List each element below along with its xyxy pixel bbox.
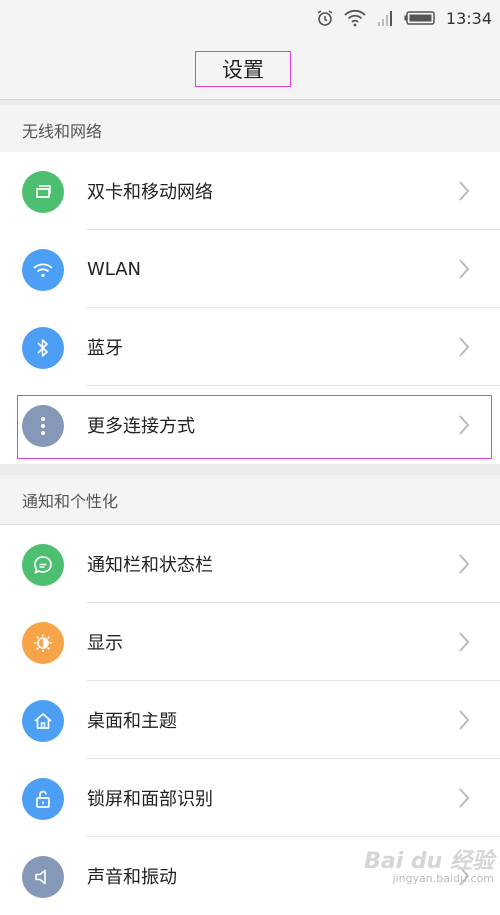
chevron-right-icon [458, 787, 470, 813]
settings-group-wireless: 双卡和移动网络 WLAN 蓝牙 更多连接方式 [0, 152, 500, 464]
settings-item-label: 桌面和主题 [87, 711, 177, 732]
chevron-right-icon [458, 709, 470, 735]
settings-item-display[interactable]: 显示 [0, 603, 500, 681]
settings-item-wlan[interactable]: WLAN [0, 230, 500, 308]
chevron-right-icon [458, 553, 470, 579]
more-dots-icon [22, 405, 64, 447]
section-header-wireless: 无线和网络 [0, 105, 500, 155]
alarm-icon [316, 9, 334, 27]
settings-item-lock-screen[interactable]: 锁屏和面部识别 [0, 759, 500, 837]
watermark: Bai du 经验 jingyan.baidu.com [364, 851, 494, 885]
settings-item-desktop-theme[interactable]: 桌面和主题 [0, 681, 500, 759]
settings-item-notification-bar[interactable]: 通知栏和状态栏 [0, 525, 500, 603]
settings-item-label: WLAN [87, 258, 142, 280]
chevron-right-icon [458, 258, 470, 284]
wifi-icon [22, 249, 64, 291]
watermark-logo: Bai du 经验 [364, 849, 494, 874]
title-bar: 设置 [0, 36, 500, 100]
status-bar: 13:34 [0, 0, 500, 36]
chevron-right-icon [458, 336, 470, 362]
settings-item-label: 声音和振动 [87, 867, 177, 888]
settings-item-label: 显示 [87, 633, 123, 654]
wifi-status-icon [344, 9, 366, 27]
chevron-right-icon [458, 180, 470, 206]
speaker-icon [22, 856, 64, 898]
lock-icon [22, 778, 64, 820]
settings-item-label: 双卡和移动网络 [87, 182, 213, 203]
brightness-icon [22, 622, 64, 664]
settings-item-more-connections[interactable]: 更多连接方式 [0, 386, 500, 464]
settings-item-label: 蓝牙 [87, 338, 123, 359]
chevron-right-icon [458, 414, 470, 440]
page-title: 设置 [195, 51, 291, 87]
settings-item-label: 锁屏和面部识别 [87, 789, 213, 810]
settings-item-dual-sim[interactable]: 双卡和移动网络 [0, 152, 500, 230]
watermark-url: jingyan.baidu.com [392, 872, 494, 885]
section-header-notifications: 通知和个性化 [0, 475, 500, 525]
settings-item-bluetooth[interactable]: 蓝牙 [0, 308, 500, 386]
chevron-right-icon [458, 631, 470, 657]
signal-icon [376, 9, 394, 27]
sim-card-icon [22, 171, 64, 213]
bluetooth-icon [22, 327, 64, 369]
settings-item-label: 通知栏和状态栏 [87, 555, 213, 576]
chat-bubble-icon [22, 544, 64, 586]
home-icon [22, 700, 64, 742]
settings-item-label: 更多连接方式 [87, 416, 195, 437]
battery-icon [404, 10, 436, 26]
clock-time: 13:34 [445, 8, 492, 28]
